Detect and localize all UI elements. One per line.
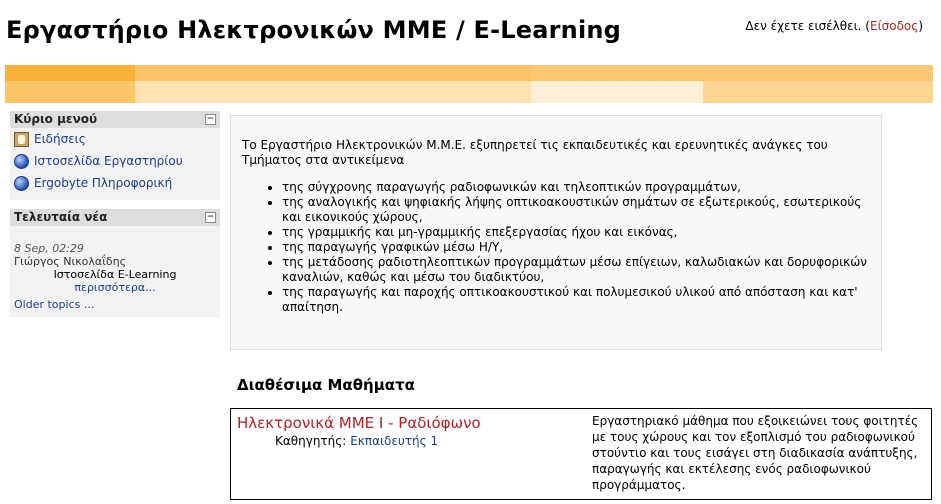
teacher-label: Καθηγητής:	[275, 434, 347, 448]
news-item: 8 Sep, 02:29 Γιώργος Νικολαΐδης Ιστοσελί…	[10, 226, 220, 311]
globe-icon	[14, 175, 29, 191]
list-item: της παραγωγής και παροχής οπτικοακουστικ…	[282, 285, 871, 315]
list-item: της γραμμικής και μη-γραμμικής επεξεργασ…	[282, 225, 871, 240]
menu-item-label[interactable]: Ειδήσεις	[34, 132, 86, 146]
site-title: Εργαστήριο Ηλεκτρονικών ΜΜΕ / E-Learning	[6, 16, 622, 44]
older-topics-link[interactable]: Older topics ...	[14, 298, 94, 311]
latest-news-header: Τελευταία νέα −	[10, 209, 220, 226]
menu-item-label[interactable]: Ergobyte Πληροφορική	[34, 176, 172, 190]
login-link[interactable]: Είσοδος	[870, 19, 918, 33]
course-name-link[interactable]: Ηλεκτρονικά ΜΜΕ Ι - Ραδιόφωνο	[237, 414, 481, 432]
news-date: 8 Sep, 02:29	[14, 242, 84, 255]
sidebar: Κύριο μενού − Ειδήσεις Ιστοσελίδα Εργαστ…	[10, 111, 220, 326]
list-item: της σύγχρονης παραγωγής ραδιοφωνικών και…	[282, 180, 871, 195]
course-summary: Εργαστηριακό μάθημα που εξοικειώνει τους…	[592, 414, 919, 492]
globe-icon	[14, 153, 29, 169]
news-author: Γιώργος Νικολαΐδης	[14, 255, 127, 268]
course-teacher: Καθηγητής: Εκπαιδευτής 1	[275, 434, 438, 448]
latest-news-block: Τελευταία νέα − 8 Sep, 02:29 Γιώργος Νικ…	[10, 209, 220, 317]
main-menu-header: Κύριο μενού −	[10, 111, 220, 128]
news-headline: Ιστοσελίδα E-Learning	[53, 268, 177, 281]
list-item: της μετάδοσης ραδιοτηλεοπτικών προγραμμά…	[282, 255, 871, 285]
collapse-icon[interactable]: −	[205, 114, 216, 125]
teacher-link[interactable]: Εκπαιδευτής 1	[350, 434, 438, 448]
site-description: Το Εργαστήριο Ηλεκτρονικών Μ.Μ.Ε. εξυπηρ…	[230, 115, 882, 350]
main-menu-title: Κύριο μενού	[14, 112, 98, 126]
login-suffix: )	[918, 19, 923, 33]
menu-item-news[interactable]: Ειδήσεις	[10, 128, 220, 150]
intro-paragraph: Το Εργαστήριο Ηλεκτρονικών Μ.Μ.Ε. εξυπηρ…	[242, 138, 828, 167]
news-more-link[interactable]: περισσότερα...	[74, 281, 155, 294]
login-prefix: Δεν έχετε εισέλθει. (	[745, 19, 870, 33]
course-item: Ηλεκτρονικά ΜΜΕ Ι - Ραδιόφωνο Καθηγητής:…	[230, 408, 932, 500]
intro-list: της σύγχρονης παραγωγής ραδιοφωνικών και…	[242, 180, 871, 315]
latest-news-title: Τελευταία νέα	[14, 210, 108, 224]
news-icon	[14, 131, 29, 147]
login-info: Δεν έχετε εισέλθει. (Είσοδος)	[745, 19, 923, 33]
header-banner	[5, 65, 933, 103]
courses-heading: Διαθέσιμα Μαθήματα	[237, 376, 415, 394]
menu-item-lab-website[interactable]: Ιστοσελίδα Εργαστηρίου	[10, 150, 220, 172]
main-menu-block: Κύριο μενού − Ειδήσεις Ιστοσελίδα Εργαστ…	[10, 111, 220, 200]
list-item: της αναλογικής και ψηφιακής λήψης οπτικο…	[282, 195, 871, 225]
collapse-icon[interactable]: −	[205, 212, 216, 223]
menu-item-ergobyte[interactable]: Ergobyte Πληροφορική	[10, 172, 220, 194]
list-item: της παραγωγής γραφικών μέσω Η/Υ,	[282, 240, 871, 255]
menu-item-label[interactable]: Ιστοσελίδα Εργαστηρίου	[34, 154, 183, 168]
